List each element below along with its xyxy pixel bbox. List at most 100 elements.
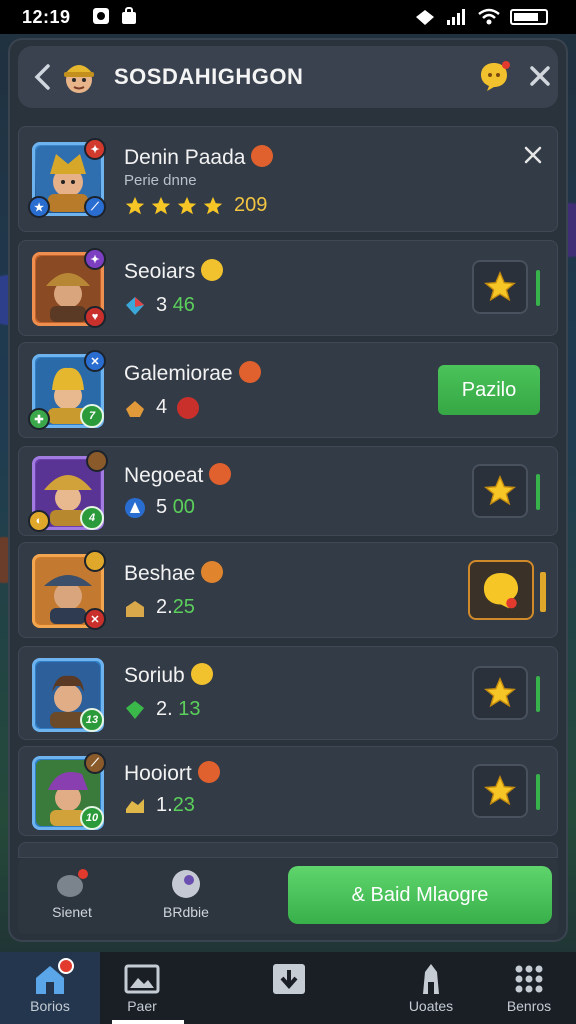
members-shortcut[interactable]: Sienet <box>32 868 112 920</box>
level-badge: 13 <box>80 708 104 732</box>
list-item[interactable]: ⟋ 10 Hooiort 1.23 <box>18 746 558 836</box>
avatar: ◐ 4 <box>28 450 108 532</box>
bubbles-label: BRdbie <box>163 904 209 920</box>
status-indicator <box>540 572 546 612</box>
rank-badge: ✦ <box>84 138 106 160</box>
avatar: ✦ ★ ⟋ <box>28 138 106 218</box>
close-button[interactable] <box>522 58 558 94</box>
chest-icon <box>126 400 144 417</box>
avatar: ✕ <box>32 550 106 630</box>
compass-icon <box>125 497 145 518</box>
gem-icon <box>126 296 144 315</box>
guild-panel: SOSDAHIGHGON ✦ ★ ⟋ Denin Paada Perie dnn… <box>10 40 566 940</box>
notification-dot <box>58 958 74 974</box>
level-badge: 10 <box>80 806 104 830</box>
nav-item-download[interactable] <box>244 952 334 1024</box>
battery-icon <box>510 9 548 25</box>
chat-bubble-icon <box>483 572 519 609</box>
image-icon <box>124 962 160 996</box>
alert-icon <box>177 396 200 419</box>
list-item[interactable]: ✕ ✚ 7 Galemiorae 4 Pazilo <box>18 342 558 438</box>
list-item-partial <box>18 842 558 858</box>
chat-icon[interactable] <box>478 60 510 92</box>
status-indicator <box>536 774 540 810</box>
rank-badge <box>86 450 108 472</box>
members-icon <box>55 868 89 900</box>
level-badge: 7 <box>80 404 104 428</box>
bag-icon <box>122 7 136 24</box>
action-button[interactable]: Pazilo <box>438 365 540 415</box>
member-name: Denin Paada <box>124 145 274 170</box>
wifi-icon <box>478 8 500 25</box>
star-icon <box>484 677 516 708</box>
bottom-nav: Borios Paer Uoates Benros <box>0 952 576 1024</box>
level-badge: 4 <box>80 506 104 530</box>
header-avatar <box>64 65 94 93</box>
status-indicator <box>536 676 540 712</box>
member-name: Seoiars <box>124 259 224 284</box>
rank-badge: ⟋ <box>84 752 106 774</box>
avatar: ✦ ♥ <box>32 248 106 328</box>
member-stat: 2.25 <box>124 596 195 619</box>
element-badge: ⟋ <box>84 196 106 218</box>
list-item[interactable]: ✦ ★ ⟋ Denin Paada Perie dnne 209 <box>18 126 558 232</box>
member-name: Hooiort <box>124 761 220 786</box>
close-icon <box>530 66 550 86</box>
list-item[interactable]: ✕ Beshae 2.25 <box>18 542 558 638</box>
smile-emblem-icon <box>190 663 213 686</box>
status-indicator <box>536 474 540 510</box>
nav-item-updates[interactable]: Uoates <box>386 952 476 1024</box>
member-name: Beshae <box>124 561 224 586</box>
signal-diamond-icon <box>416 10 434 25</box>
list-item[interactable]: 13 Soriub 2. 13 <box>18 646 558 740</box>
rating-value: 209 <box>234 194 268 216</box>
member-stat: 1.23 <box>124 794 195 817</box>
download-icon <box>271 962 307 996</box>
favorite-button[interactable] <box>472 260 528 314</box>
cell-signal-icon <box>447 9 465 25</box>
chevron-left-icon <box>34 64 50 90</box>
element-badge: ✕ <box>84 608 106 630</box>
favorite-button[interactable] <box>472 666 528 720</box>
rank-badge: ✕ <box>84 350 106 372</box>
member-name: Soriub <box>124 663 213 688</box>
favorite-button[interactable] <box>472 464 528 518</box>
nav-item-more[interactable]: Benros <box>484 952 574 1024</box>
star-icon <box>203 196 223 214</box>
nav-label: Uoates <box>408 998 454 1014</box>
member-name: Galemiorae <box>124 361 261 386</box>
notification-icon <box>93 8 109 24</box>
member-stat: 4 <box>124 396 200 419</box>
message-button[interactable] <box>468 560 534 620</box>
nav-item-gallery[interactable]: Paer <box>100 952 184 1024</box>
smile-emblem-icon <box>201 259 224 282</box>
status-time: 12:19 <box>22 7 71 27</box>
star-icon <box>177 196 197 214</box>
home-icon <box>32 958 74 996</box>
nav-label: Paer <box>127 998 157 1014</box>
nav-label: Borios <box>30 998 70 1014</box>
rank-emblem-icon <box>238 361 261 384</box>
status-bar: 12:19 <box>0 0 576 34</box>
primary-action-button[interactable]: & Baid Mlaogre <box>288 866 552 924</box>
dismiss-button[interactable] <box>524 140 542 171</box>
class-badge: ✚ <box>28 408 50 430</box>
star-icon <box>484 475 516 506</box>
page-title: SOSDAHIGHGON <box>114 64 304 89</box>
star-rating <box>124 195 224 217</box>
class-badge: ★ <box>28 196 50 218</box>
gold-icon <box>126 798 144 813</box>
star-icon <box>484 775 516 806</box>
favorite-button[interactable] <box>472 764 528 818</box>
list-item[interactable]: ◐ 4 Negoeat 5 00 <box>18 446 558 536</box>
rank-emblem-icon <box>251 145 274 168</box>
back-button[interactable] <box>26 60 60 94</box>
class-badge: ◐ <box>28 510 50 532</box>
member-stat: 5 00 <box>124 496 195 519</box>
avatar: 13 <box>32 658 104 732</box>
nav-item-home[interactable]: Borios <box>0 952 100 1024</box>
bubbles-shortcut[interactable]: BRdbie <box>146 868 226 920</box>
list-item[interactable]: ✦ ♥ Seoiars 3 46 <box>18 240 558 336</box>
avatar: ✕ ✚ 7 <box>28 350 106 430</box>
star-icon <box>484 271 516 302</box>
